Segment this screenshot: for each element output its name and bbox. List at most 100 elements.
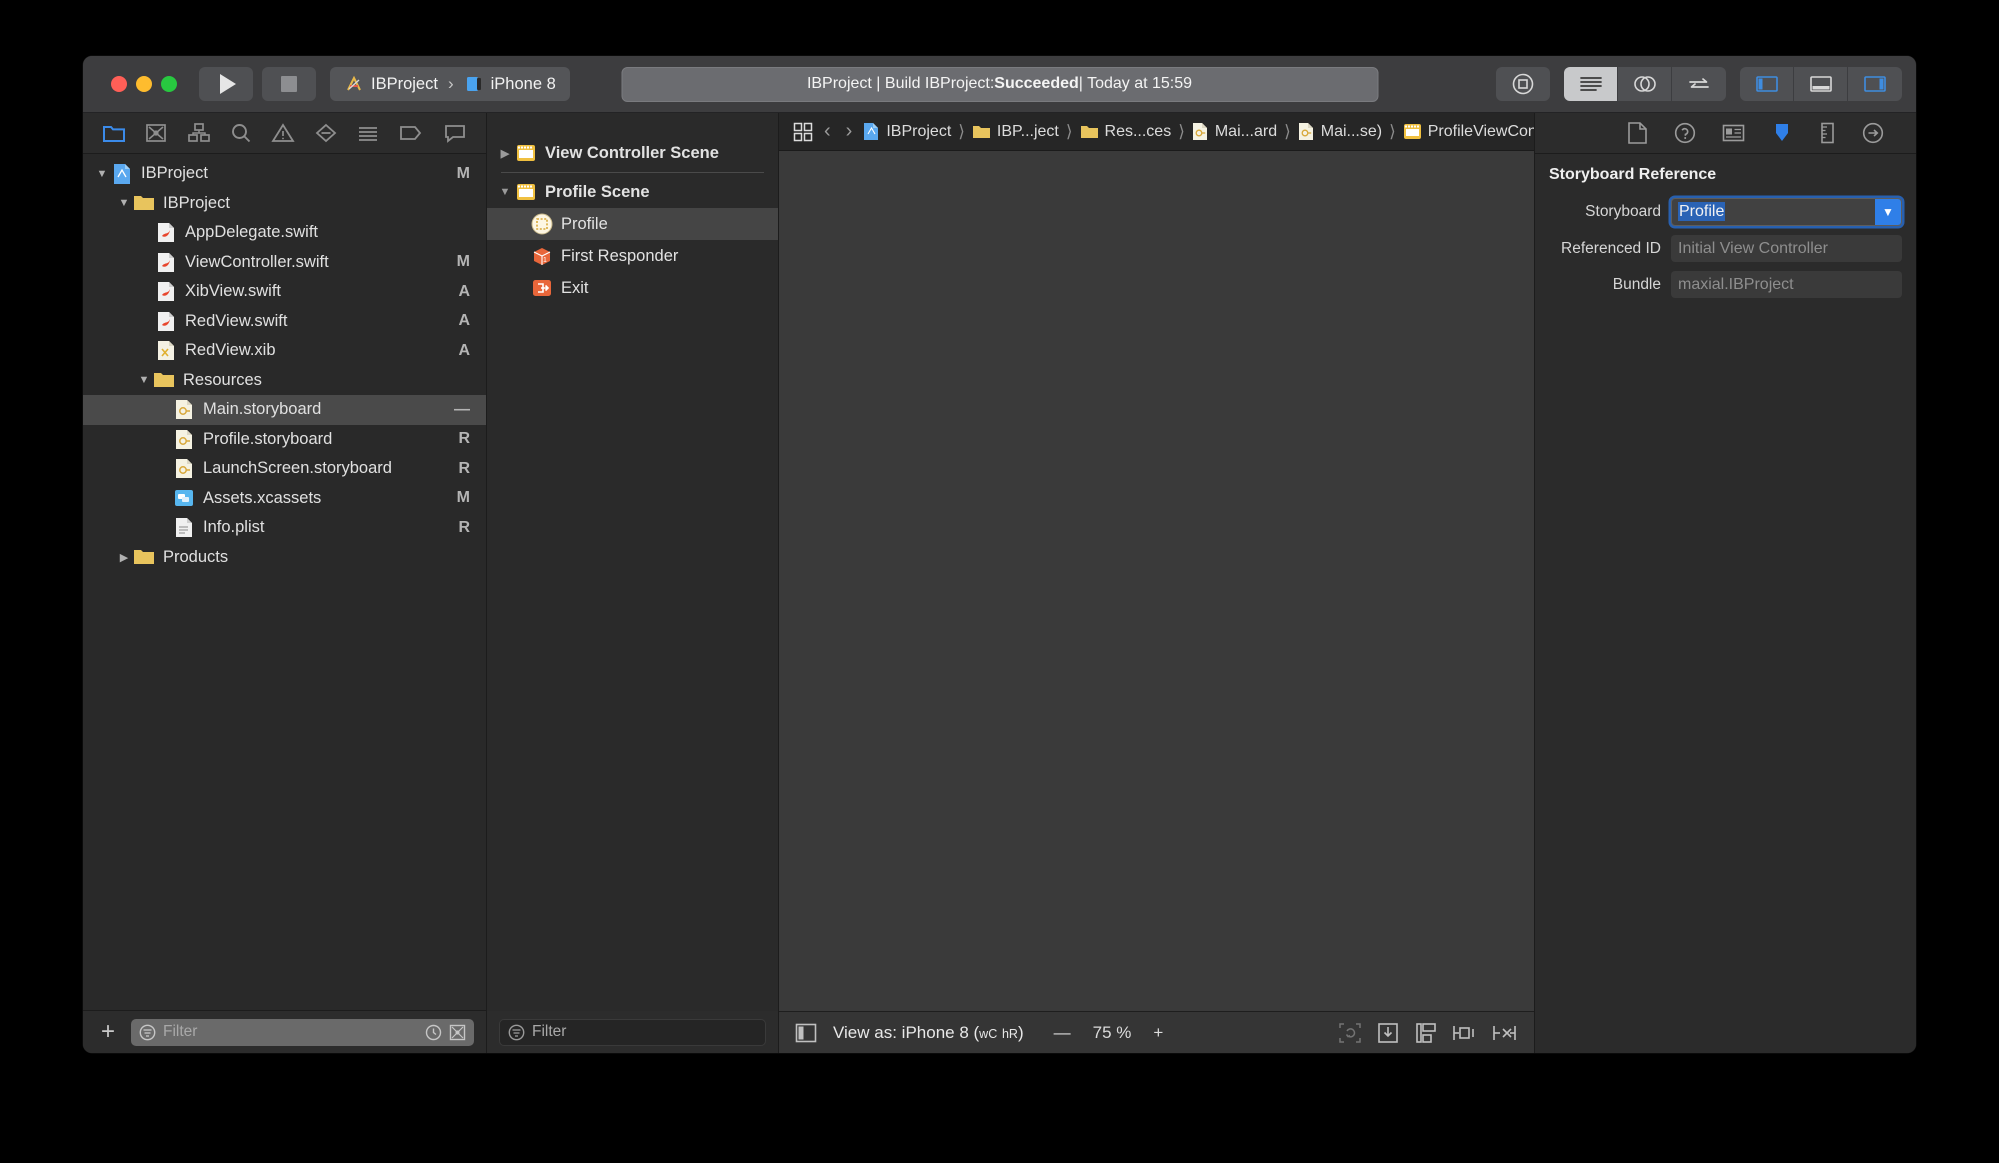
quick-help-inspector-tab[interactable] xyxy=(1674,122,1696,144)
tree-row-2[interactable]: AppDelegate.swift xyxy=(83,218,486,248)
storyboard-combo-box[interactable]: Profile ▼ xyxy=(1671,198,1902,226)
jumpbar-item-3[interactable]: Mai...ard xyxy=(1192,122,1277,141)
scene-icon xyxy=(515,181,537,203)
related-items-icon[interactable] xyxy=(793,122,813,142)
folder-yellow-icon xyxy=(153,369,175,391)
tree-row-6[interactable]: RedView.xib A xyxy=(83,336,486,366)
debug-navigator-tab[interactable] xyxy=(356,122,380,144)
jumpbar-item-5[interactable]: ProfileViewController Scene xyxy=(1403,123,1534,141)
jumpbar-item-2[interactable]: Res...ces xyxy=(1080,123,1171,141)
stop-button[interactable] xyxy=(262,67,316,101)
xcode-scheme-icon xyxy=(344,74,364,94)
zoom-window-button[interactable] xyxy=(161,76,177,92)
storyboard-file-icon xyxy=(1192,122,1209,141)
version-editor-button[interactable] xyxy=(1672,67,1726,101)
tree-row-main-storyboard[interactable]: Main.storyboard — xyxy=(83,395,486,425)
file-inspector-tab[interactable] xyxy=(1627,122,1648,144)
tree-row-7[interactable]: ▼ Resources xyxy=(83,366,486,396)
attributes-arrow-icon xyxy=(1776,124,1788,141)
xib-file-icon xyxy=(155,340,177,362)
tree-row-4[interactable]: XibView.swift A xyxy=(83,277,486,307)
chevron-right-icon: ⟩ xyxy=(1389,121,1396,141)
swift-file-icon xyxy=(155,310,177,332)
interface-builder-canvas[interactable]: View Controller 9:41 AM Profile xyxy=(779,151,1534,1011)
tree-label: Profile.storyboard xyxy=(203,429,333,448)
close-window-button[interactable] xyxy=(111,76,127,92)
add-constraints-button[interactable] xyxy=(1492,1022,1518,1044)
update-frames-button[interactable] xyxy=(1376,1022,1400,1044)
bundle-field[interactable]: maxial.IBProject xyxy=(1671,271,1902,298)
report-navigator-tab[interactable] xyxy=(443,122,467,144)
tree-row-3[interactable]: ViewController.swift M xyxy=(83,248,486,278)
jumpbar-item-1[interactable]: IBP...ject xyxy=(972,123,1059,141)
size-inspector-tab[interactable] xyxy=(1819,122,1836,144)
tree-row-11[interactable]: Assets.xcassets M xyxy=(83,484,486,514)
chevron-down-icon[interactable]: ▼ xyxy=(1875,199,1901,225)
find-navigator-tab[interactable] xyxy=(229,122,253,144)
outline-item-profile-scene[interactable]: ▼ Profile Scene xyxy=(487,176,778,208)
tree-row-10[interactable]: LaunchScreen.storyboard R xyxy=(83,454,486,484)
tree-row-0[interactable]: ▼ IBProject M xyxy=(83,159,486,189)
test-navigator-tab[interactable] xyxy=(314,122,338,144)
jumpbar-item-4[interactable]: Mai...se) xyxy=(1298,122,1382,141)
navigator-filter-field[interactable]: Filter xyxy=(131,1018,474,1046)
standard-editor-button[interactable] xyxy=(1564,67,1618,101)
outline-item-profile[interactable]: Profile xyxy=(487,208,778,240)
attributes-inspector-tab[interactable] xyxy=(1771,122,1793,144)
breakpoint-tag-icon xyxy=(400,126,422,140)
assistant-editor-button[interactable] xyxy=(1618,67,1672,101)
tree-row-1[interactable]: ▼ IBProject xyxy=(83,189,486,219)
jumpbar-label: ProfileViewController Scene xyxy=(1427,122,1534,140)
disclosure-down-icon[interactable]: ▼ xyxy=(495,186,515,198)
project-navigator-tab[interactable] xyxy=(102,122,126,144)
disclosure-down-icon[interactable]: ▼ xyxy=(135,374,153,386)
embed-in-button[interactable] xyxy=(1414,1022,1438,1044)
source-control-filter-icon[interactable] xyxy=(449,1024,466,1041)
view-controller-icon xyxy=(531,213,553,235)
toggle-debug-area-button[interactable] xyxy=(1794,67,1848,101)
tree-row-5[interactable]: RedView.swift A xyxy=(83,307,486,337)
scheme-selector[interactable]: IBProject › iPhone 8 xyxy=(330,67,570,101)
issue-navigator-tab[interactable] xyxy=(271,122,296,144)
breakpoint-navigator-tab[interactable] xyxy=(398,122,424,144)
outline-item-exit[interactable]: Exit xyxy=(487,272,778,304)
navigate-back-button[interactable]: ‹ xyxy=(820,120,835,143)
debug-panel-icon xyxy=(1809,76,1832,92)
align-button[interactable] xyxy=(1452,1022,1478,1044)
minimize-window-button[interactable] xyxy=(136,76,152,92)
connections-inspector-tab[interactable] xyxy=(1862,122,1884,144)
tree-row-products[interactable]: ▶ Products xyxy=(83,543,486,573)
tree-row-12[interactable]: Info.plist R xyxy=(83,513,486,543)
add-file-button[interactable]: + xyxy=(95,1020,121,1044)
zoom-out-button[interactable]: — xyxy=(1054,1023,1071,1043)
outline-item-first-responder[interactable]: 1 First Responder xyxy=(487,240,778,272)
disclosure-down-icon[interactable]: ▼ xyxy=(93,168,111,180)
tree-label: ViewController.swift xyxy=(185,252,329,271)
jumpbar-item-0[interactable]: IBProject xyxy=(863,122,951,141)
library-button[interactable] xyxy=(1496,67,1550,101)
symbol-navigator-tab[interactable] xyxy=(187,122,211,144)
disclosure-down-icon[interactable]: ▼ xyxy=(115,197,133,209)
referenced-id-field[interactable]: Initial View Controller xyxy=(1671,235,1902,262)
recent-files-filter-icon[interactable] xyxy=(425,1024,442,1041)
toggle-document-outline-button[interactable] xyxy=(795,1023,817,1043)
activity-status-view[interactable]: IBProject | Build IBProject: Succeeded |… xyxy=(621,66,1378,102)
navigate-forward-button[interactable]: › xyxy=(842,120,857,143)
storyboard-combo-value-wrap[interactable]: Profile xyxy=(1672,202,1875,221)
outline-filter-field[interactable]: Filter xyxy=(499,1018,766,1046)
outline-item-view-controller-scene[interactable]: ▶ View Controller Scene xyxy=(487,137,778,169)
disclosure-right-icon[interactable]: ▶ xyxy=(495,147,515,160)
document-outline-list[interactable]: ▶ View Controller Scene ▼ Profile Scene xyxy=(487,137,778,1011)
tree-row-9[interactable]: Profile.storyboard R xyxy=(83,425,486,455)
view-as-label[interactable]: View as: iPhone 8 (wC hR) xyxy=(833,1023,1024,1043)
toggle-navigator-button[interactable] xyxy=(1740,67,1794,101)
zoom-in-button[interactable]: + xyxy=(1153,1023,1163,1043)
run-button[interactable] xyxy=(199,67,253,101)
toggle-inspector-button[interactable] xyxy=(1848,67,1902,101)
disclosure-right-icon[interactable]: ▶ xyxy=(115,551,133,564)
project-file-tree[interactable]: ▼ IBProject M ▼ IBProject AppDelegate.sw… xyxy=(83,154,486,1011)
source-control-navigator-tab[interactable] xyxy=(144,122,168,144)
resolve-auto-layout-issues-button[interactable] xyxy=(1338,1022,1362,1044)
identity-inspector-tab[interactable] xyxy=(1722,123,1745,143)
tree-badge: A xyxy=(458,312,470,330)
